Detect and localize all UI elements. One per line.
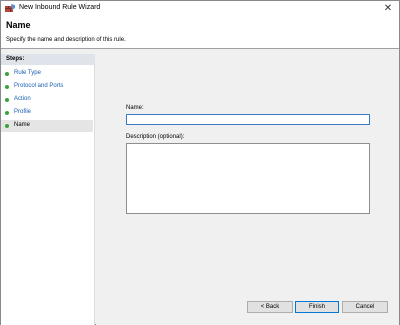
close-button[interactable]: ✕: [377, 1, 399, 16]
window-title: New Inbound Rule Wizard: [19, 4, 101, 11]
step-label: Profile: [14, 109, 32, 115]
title-bar: New Inbound Rule Wizard ✕: [1, 1, 399, 16]
wizard-window: New Inbound Rule Wizard ✕ Name Specify t…: [0, 0, 400, 325]
step-label: Action: [14, 96, 31, 102]
page-title: Name: [6, 20, 31, 30]
step-rule-type[interactable]: Rule Type: [1, 68, 93, 80]
steps-panel: Steps: Rule Type Protocol and Ports Acti…: [1, 54, 95, 325]
step-label: Protocol and Ports: [14, 83, 64, 89]
name-input[interactable]: [126, 114, 370, 125]
close-icon: ✕: [383, 3, 393, 14]
step-label: Name: [14, 122, 31, 128]
finish-button[interactable]: Finish: [295, 301, 339, 313]
green-dot-icon: [5, 111, 9, 115]
firewall-wizard-icon: [5, 4, 15, 12]
green-dot-icon: [5, 85, 9, 89]
step-label: Rule Type: [14, 70, 41, 76]
step-name[interactable]: Name: [1, 120, 93, 132]
steps-heading: Steps:: [1, 54, 95, 65]
green-dot-icon: [5, 124, 9, 128]
green-dot-icon: [5, 72, 9, 76]
cancel-button[interactable]: Cancel: [342, 301, 388, 313]
description-input[interactable]: [126, 143, 370, 214]
description-label: Description (optional):: [126, 134, 185, 140]
page-header: Name Specify the name and description of…: [1, 16, 399, 49]
page-description: Specify the name and description of this…: [6, 37, 126, 43]
green-dot-icon: [5, 98, 9, 102]
step-protocol-and-ports[interactable]: Protocol and Ports: [1, 81, 93, 93]
step-action[interactable]: Action: [1, 94, 93, 106]
back-button[interactable]: < Back: [247, 301, 293, 313]
step-profile[interactable]: Profile: [1, 107, 93, 119]
name-label: Name:: [126, 105, 144, 111]
